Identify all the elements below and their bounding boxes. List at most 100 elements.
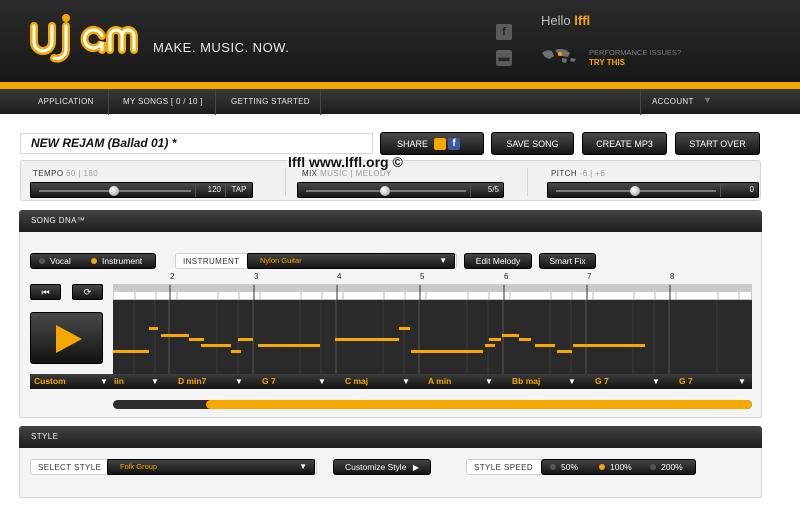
start-over-button[interactable]: START OVER [675, 132, 760, 155]
slider-knob[interactable] [380, 186, 390, 196]
pitch-slider[interactable]: 0 [547, 182, 759, 198]
smart-fix-button[interactable]: Smart Fix [539, 253, 596, 269]
bar-number: 3 [254, 272, 259, 281]
select-style-label: SELECT STYLE [38, 463, 102, 472]
chevron-down-icon[interactable]: ▼ [703, 95, 712, 105]
melody-note[interactable] [258, 344, 320, 347]
try-this-link[interactable]: TRY THIS [589, 58, 625, 67]
speed-option-200[interactable]: 200% [650, 460, 683, 474]
song-overview-scrollbar[interactable] [113, 400, 752, 409]
style-value: Folk Group [120, 462, 158, 471]
vocal-instrument-toggle[interactable]: Vocal Instrument [30, 253, 156, 269]
bar-number: 6 [504, 272, 509, 281]
melody-note[interactable] [535, 344, 555, 347]
melody-note[interactable] [113, 350, 149, 353]
chord-slot[interactable]: D min7 [178, 374, 206, 389]
chord-slot[interactable]: G 7 [262, 374, 276, 389]
nav-divider [640, 89, 641, 115]
slider-knob[interactable] [109, 186, 119, 196]
ujam-logo[interactable] [26, 14, 140, 68]
create-mp3-button[interactable]: CREATE MP3 [582, 132, 667, 155]
style-speed-toggle[interactable]: 50% 100% 200% [541, 459, 696, 475]
melody-note[interactable] [573, 344, 645, 347]
melody-note[interactable] [161, 334, 189, 337]
speed-option-100[interactable]: 100% [599, 460, 632, 474]
melody-note[interactable] [411, 350, 483, 353]
chevron-down-icon[interactable]: ▼ [151, 374, 159, 389]
edit-melody-button[interactable]: Edit Melody [464, 253, 532, 269]
divider [285, 168, 286, 196]
mix-slider[interactable]: 5/5 [297, 182, 504, 198]
save-song-button[interactable]: SAVE SONG [491, 132, 574, 155]
vocal-option[interactable]: Vocal [39, 254, 71, 268]
melody-note[interactable] [149, 327, 158, 330]
melody-note[interactable] [557, 350, 572, 353]
bar-number: 2 [170, 272, 175, 281]
melody-note[interactable] [502, 334, 519, 337]
chevron-down-icon[interactable]: ▼ [738, 374, 746, 389]
chevron-down-icon[interactable]: ▼ [568, 374, 576, 389]
mix-label-text: MIX [302, 169, 318, 178]
customize-style-button[interactable]: Customize Style ▶ [333, 459, 431, 475]
tap-button[interactable]: TAP [225, 183, 252, 197]
instrument-value: Nylon Guitar [260, 256, 302, 265]
slider-knob[interactable] [630, 186, 640, 196]
nav-divider [320, 89, 321, 115]
melody-note[interactable] [489, 338, 501, 341]
chord-slot[interactable]: G 7 [679, 374, 693, 389]
melody-note[interactable] [189, 338, 204, 341]
speed-option-50[interactable]: 50% [550, 460, 578, 474]
chord-slot-custom[interactable]: Custom [34, 374, 66, 389]
nav-application[interactable]: APPLICATION [38, 97, 94, 106]
pitch-label: PITCH -6 | +6 [551, 169, 605, 178]
chevron-down-icon[interactable]: ▼ [100, 374, 108, 389]
soundcloud-icon[interactable]: ▬ [496, 50, 512, 66]
chord-slot[interactable]: C maj [345, 374, 368, 389]
chord-slot[interactable]: G 7 [595, 374, 609, 389]
chevron-down-icon[interactable]: ▼ [318, 374, 326, 389]
song-title-field[interactable]: NEW REJAM (Ballad 01) * [20, 133, 373, 154]
tempo-slider[interactable]: 120 TAP [30, 182, 253, 198]
chord-slot[interactable]: iin [114, 374, 124, 389]
nav-account[interactable]: ACCOUNT [652, 97, 694, 106]
piano-roll-grid [133, 300, 718, 374]
username[interactable]: lffl [574, 13, 590, 28]
style-speed-label: STYLE SPEED [474, 463, 534, 472]
melody-note[interactable] [399, 327, 410, 330]
melody-note[interactable] [485, 344, 495, 347]
chord-slot[interactable]: Bb maj [512, 374, 540, 389]
style-select[interactable]: Folk Group ▼ [107, 459, 315, 475]
share-button[interactable]: SHARE f [380, 132, 484, 155]
bar-number: 4 [337, 272, 342, 281]
chevron-down-icon: ▼ [439, 256, 447, 265]
ruler-ticks [134, 285, 740, 301]
facebook-icon[interactable]: f [496, 24, 512, 40]
tempo-label-text: TEMPO [33, 169, 64, 178]
nav-getting-started[interactable]: GETTING STARTED [231, 97, 310, 106]
nav-divider [215, 89, 216, 115]
chevron-down-icon[interactable]: ▼ [402, 374, 410, 389]
loop-icon[interactable]: ⟳ [72, 284, 103, 300]
melody-note[interactable] [238, 338, 253, 341]
instrument-select[interactable]: Nylon Guitar ▼ [247, 253, 455, 269]
timeline-ruler[interactable] [113, 284, 752, 301]
melody-note[interactable] [231, 350, 241, 353]
instrument-option[interactable]: Instrument [91, 254, 142, 268]
play-button[interactable] [30, 312, 103, 364]
chord-track: Custom ▼ iin ▼ D min7 ▼ G 7 ▼ C maj ▼ A … [30, 374, 752, 389]
melody-note[interactable] [519, 338, 531, 341]
nav-my-songs[interactable]: MY SONGS [ 0 / 10 ] [123, 97, 203, 106]
melody-note[interactable] [335, 338, 399, 341]
melody-piano-roll[interactable] [113, 300, 752, 374]
speed-label: 50% [561, 462, 579, 472]
skip-back-icon[interactable]: ⏮ [30, 284, 61, 300]
chord-slot[interactable]: A min [428, 374, 451, 389]
melody-note[interactable] [201, 344, 231, 347]
mix-range: MUSIC | MELODY [320, 169, 392, 178]
chevron-down-icon[interactable]: ▼ [652, 374, 660, 389]
chevron-down-icon[interactable]: ▼ [235, 374, 243, 389]
scroll-position-fill[interactable] [205, 400, 752, 409]
divider [527, 168, 528, 196]
song-dna-header: SONG DNA™ [19, 210, 762, 232]
chevron-down-icon[interactable]: ▼ [485, 374, 493, 389]
